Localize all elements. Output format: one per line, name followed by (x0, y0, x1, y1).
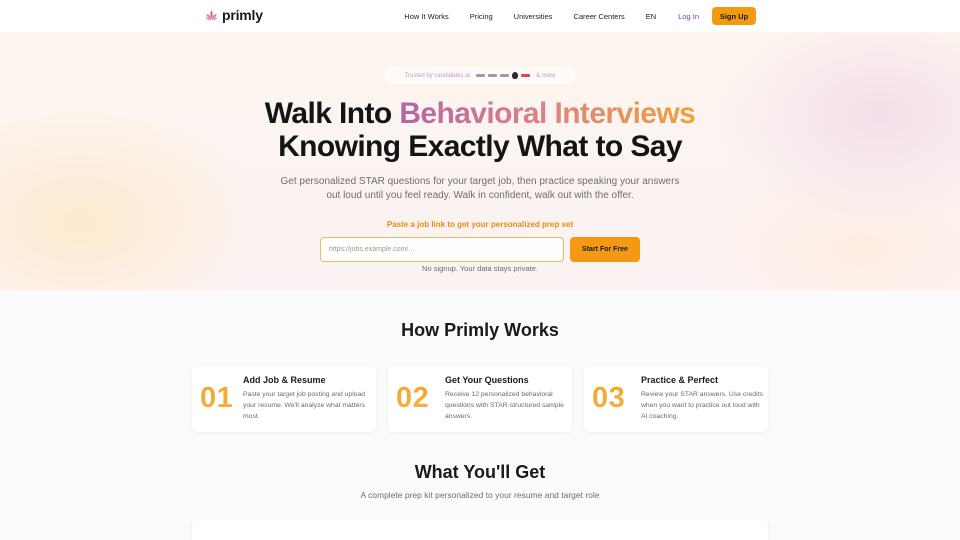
company-logo-icon (488, 74, 498, 77)
logo-text: primly (222, 7, 263, 23)
step-title: Practice & Perfect (641, 375, 719, 385)
nav-link-pricing[interactable]: Pricing (470, 12, 493, 21)
what-you-get-subtitle: A complete prep kit personalized to your… (360, 490, 600, 500)
headline-line-2: Knowing Exactly What to Say (278, 130, 682, 163)
nav-link-career-centers[interactable]: Career Centers (573, 12, 624, 21)
company-logo-icon (521, 74, 531, 77)
top-nav: primly How It Works Pricing Universities… (0, 0, 960, 32)
trusted-by-badge: Trusted by candidates at & more (384, 67, 576, 84)
step-description: Review your STAR answers. Use credits wh… (641, 391, 763, 420)
what-you-get-title: What You'll Get (414, 462, 546, 482)
company-logo-icon (476, 74, 486, 77)
prep-kit-card (192, 519, 768, 540)
step-number: 03 (592, 382, 626, 414)
hero-section: Trusted by candidates at & more Walk Int… (0, 32, 960, 290)
trusted-more: & more (536, 72, 556, 79)
job-link-input[interactable] (320, 237, 564, 262)
nav-link-universities[interactable]: Universities (514, 12, 553, 21)
logo[interactable]: primly (204, 7, 263, 23)
nav-link-how-it-works[interactable]: How It Works (404, 12, 448, 21)
step-title: Get Your Questions (445, 375, 529, 385)
headline-line-1: Walk Into Behavioral Interviews (0, 97, 960, 130)
step-card-2: 02 Get Your Questions Receive 12 persona… (388, 366, 572, 432)
step-description: Receive 12 personalized behavioral quest… (445, 391, 564, 420)
paste-job-label: Paste a job link to get your personalize… (386, 220, 574, 229)
headline-plain: Walk Into (264, 97, 400, 130)
step-card-1: 01 Add Job & Resume Paste your target jo… (192, 366, 376, 432)
step-number: 01 (200, 382, 234, 414)
step-description: Paste your target job posting and upload… (243, 391, 366, 420)
lotus-logo-icon (205, 9, 218, 20)
nav-links: How It Works Pricing Universities Career… (404, 7, 756, 25)
step-number: 02 (396, 382, 430, 414)
step-card-3: 03 Practice & Perfect Review your STAR a… (584, 366, 768, 432)
hero-subtitle: Get personalized STAR questions for your… (280, 176, 680, 201)
login-link[interactable]: Log In (678, 12, 699, 21)
hero-headline: Walk Into Behavioral Interviews Knowing … (0, 97, 960, 163)
apple-logo-icon (512, 72, 519, 79)
signup-button[interactable]: Sign Up (712, 7, 756, 25)
how-it-works-title: How Primly Works (401, 320, 559, 340)
company-logos (476, 72, 531, 79)
language-selector[interactable]: EN (646, 12, 656, 21)
company-logo-icon (500, 74, 510, 77)
headline-gradient-text: Behavioral Interviews (399, 97, 696, 130)
trusted-prefix: Trusted by candidates at (404, 72, 471, 79)
start-for-free-button[interactable]: Start For Free (570, 237, 640, 262)
privacy-note: No signup. Your data stays private. (422, 264, 538, 273)
step-title: Add Job & Resume (243, 375, 326, 385)
